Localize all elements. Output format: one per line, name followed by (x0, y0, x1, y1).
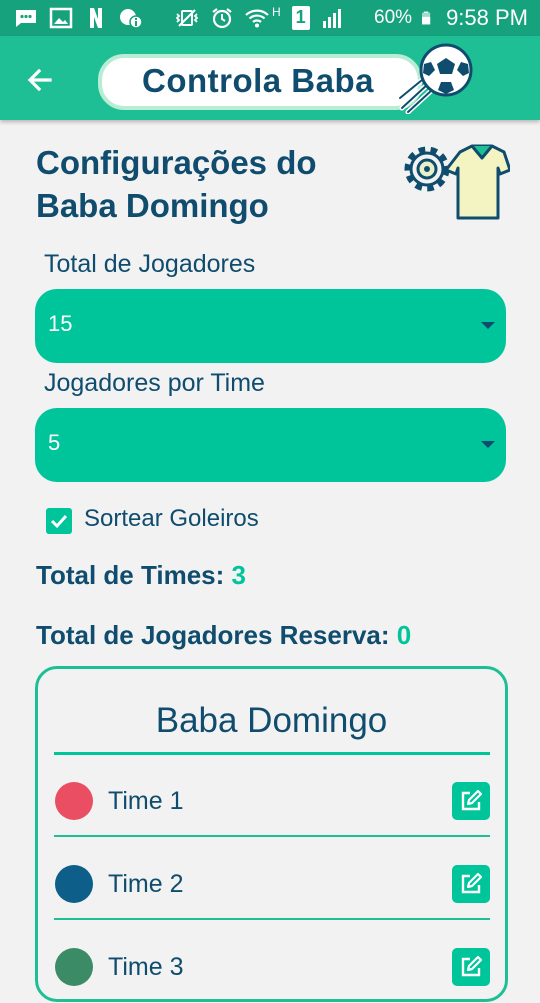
battery-percent: 60% (374, 7, 413, 28)
players-per-team-select[interactable]: 5 (35, 408, 506, 482)
total-players-select[interactable]: 15 (35, 289, 506, 363)
info-icon (120, 9, 143, 29)
edit-team-button[interactable] (452, 948, 490, 986)
total-teams-label: Total de Times: (36, 560, 225, 590)
signal-icon (322, 9, 341, 28)
total-teams-stat: Total de Times: 3 (36, 560, 246, 591)
battery-icon (422, 11, 431, 25)
dropdown-caret-icon (481, 322, 495, 329)
clock: 9:58 PM (446, 5, 528, 30)
status-right: 60% 9:58 PM (374, 5, 528, 31)
app-bar: Controla Baba (0, 36, 540, 120)
players-per-team-value: 5 (48, 430, 61, 455)
sim-icon: 1 (291, 6, 310, 30)
chat-bubble-icon (16, 10, 36, 27)
team-color-dot (55, 782, 93, 820)
soccer-ball-icon (398, 43, 473, 114)
sim-slot-number: 1 (295, 7, 306, 27)
edit-icon (461, 789, 483, 811)
status-bar: H 1 60% 9:58 PM (0, 0, 540, 36)
reserve-players-stat: Total de Jogadores Reserva: 0 (36, 620, 411, 651)
image-icon (49, 7, 73, 29)
back-arrow-icon[interactable] (22, 62, 58, 98)
wifi-icon (245, 9, 269, 28)
teams-card-title: Baba Domingo (155, 701, 388, 740)
team-color-dot (55, 948, 93, 986)
team-row: Time 1 (54, 755, 490, 837)
row-separator (54, 918, 490, 920)
draw-goalkeepers-label[interactable]: Sortear Goleiros (84, 505, 259, 533)
team-color-dot (55, 865, 93, 903)
team-name: Time 3 (108, 953, 184, 981)
reserve-players-label: Total de Jogadores Reserva: (36, 620, 390, 650)
edit-icon (461, 955, 483, 977)
alarm-icon (212, 8, 232, 29)
edit-team-button[interactable] (452, 782, 490, 820)
vibrate-icon (175, 9, 199, 27)
total-teams-value: 3 (231, 560, 246, 590)
app-logo: Controla Baba (96, 40, 480, 116)
draw-goalkeepers-checkbox[interactable] (46, 508, 72, 534)
total-players-label: Total de Jogadores (44, 250, 256, 278)
total-players-value: 15 (48, 311, 73, 336)
netflix-icon (90, 8, 102, 28)
row-separator (54, 835, 490, 837)
team-row: Time 2 (54, 838, 490, 920)
players-per-team-label: Jogadores por Time (44, 369, 265, 397)
edit-icon (461, 872, 483, 894)
edit-team-button[interactable] (452, 865, 490, 903)
team-name: Time 2 (108, 870, 184, 898)
checkmark-icon (50, 514, 68, 529)
reserve-players-value: 0 (396, 620, 412, 650)
app-title: Controla Baba (141, 62, 375, 99)
page-title: Configurações do Baba Domingo (36, 144, 317, 224)
dropdown-caret-icon (481, 441, 495, 448)
team-name: Time 1 (108, 787, 184, 815)
settings-jersey-icon (404, 144, 510, 220)
notification-icons: H 1 (14, 5, 345, 30)
team-row: Time 3 (54, 921, 490, 1003)
teams-card: Baba Domingo Time 1 Time 2 Time 3 (35, 666, 508, 1002)
network-type: H (272, 5, 281, 19)
